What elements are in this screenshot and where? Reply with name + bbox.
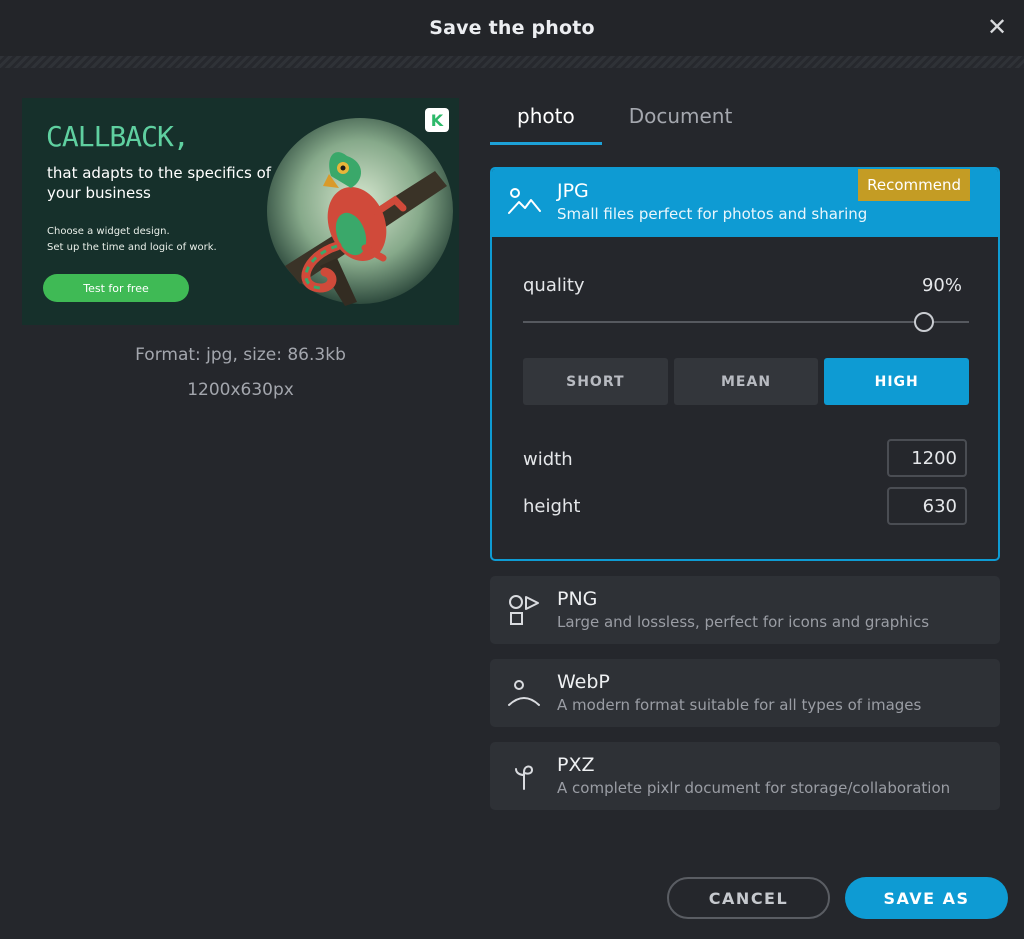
quality-value: 90% xyxy=(921,275,962,296)
preset-high-button[interactable]: HIGH xyxy=(824,358,970,405)
image-preview: CALLBACK, that adapts to the specifics o… xyxy=(22,98,459,325)
close-icon[interactable]: ✕ xyxy=(984,13,1010,41)
dialog-header: Save the photo ✕ xyxy=(0,0,1024,56)
width-label: width xyxy=(523,449,573,470)
quality-presets: SHORT MEAN HIGH xyxy=(523,358,970,405)
jpg-title: JPG xyxy=(557,180,589,202)
pxz-title: PXZ xyxy=(557,754,595,776)
preview-small-text: Choose a widget design. Set up the time … xyxy=(47,224,287,256)
tab-photo[interactable]: photo xyxy=(490,90,602,145)
brand-logo: K xyxy=(425,108,449,132)
shapes-icon xyxy=(509,595,539,625)
recommend-badge: Recommend xyxy=(858,169,970,201)
height-input[interactable] xyxy=(887,487,967,525)
save-as-button[interactable]: SAVE AS xyxy=(845,877,1008,919)
preview-subheading: that adapts to the specifics of your bus… xyxy=(47,164,272,202)
pxz-icon xyxy=(515,765,534,790)
preview-dimensions: 1200x630px xyxy=(187,380,294,400)
format-option-png[interactable]: PNG Large and lossless, perfect for icon… xyxy=(490,576,1000,644)
jpg-header[interactable]: JPG Small files perfect for photos and s… xyxy=(492,169,998,237)
height-label: height xyxy=(523,496,581,517)
png-description: Large and lossless, perfect for icons an… xyxy=(557,613,930,631)
image-landscape-icon xyxy=(508,188,541,214)
webp-title: WebP xyxy=(557,671,610,693)
quality-slider-track[interactable] xyxy=(523,321,969,323)
quality-slider-thumb[interactable] xyxy=(914,312,935,332)
preset-mean-button[interactable]: MEAN xyxy=(673,358,819,405)
format-option-jpg[interactable]: JPG Small files perfect for photos and s… xyxy=(490,167,1000,561)
webp-icon xyxy=(508,680,540,706)
format-option-pxz[interactable]: PXZ A complete pixlr document for storag… xyxy=(490,742,1000,810)
pxz-description: A complete pixlr document for storage/co… xyxy=(557,779,951,797)
webp-description: A modern format suitable for all types o… xyxy=(557,696,922,714)
preview-small-line-1: Choose a widget design. xyxy=(47,226,170,237)
format-option-webp[interactable]: WebP A modern format suitable for all ty… xyxy=(490,659,1000,727)
preview-small-line-2: Set up the time and logic of work. xyxy=(47,242,217,253)
png-title: PNG xyxy=(557,588,598,610)
header-divider xyxy=(0,56,1024,68)
dialog-title: Save the photo xyxy=(429,17,595,39)
width-input[interactable] xyxy=(887,439,967,477)
preview-heading: CALLBACK, xyxy=(46,120,190,153)
cancel-button[interactable]: CANCEL xyxy=(667,877,830,919)
brand-logo-letter: K xyxy=(430,110,444,130)
chameleon-illustration xyxy=(267,118,453,306)
tab-document[interactable]: Document xyxy=(602,90,760,142)
jpg-description: Small files perfect for photos and shari… xyxy=(557,205,868,223)
preview-format-info: Format: jpg, size: 86.3kb xyxy=(135,345,346,365)
preset-short-button[interactable]: SHORT xyxy=(523,358,668,405)
format-tabs: photo Document xyxy=(490,90,760,145)
quality-label: quality xyxy=(523,275,585,296)
preview-cta: Test for free xyxy=(43,274,189,302)
